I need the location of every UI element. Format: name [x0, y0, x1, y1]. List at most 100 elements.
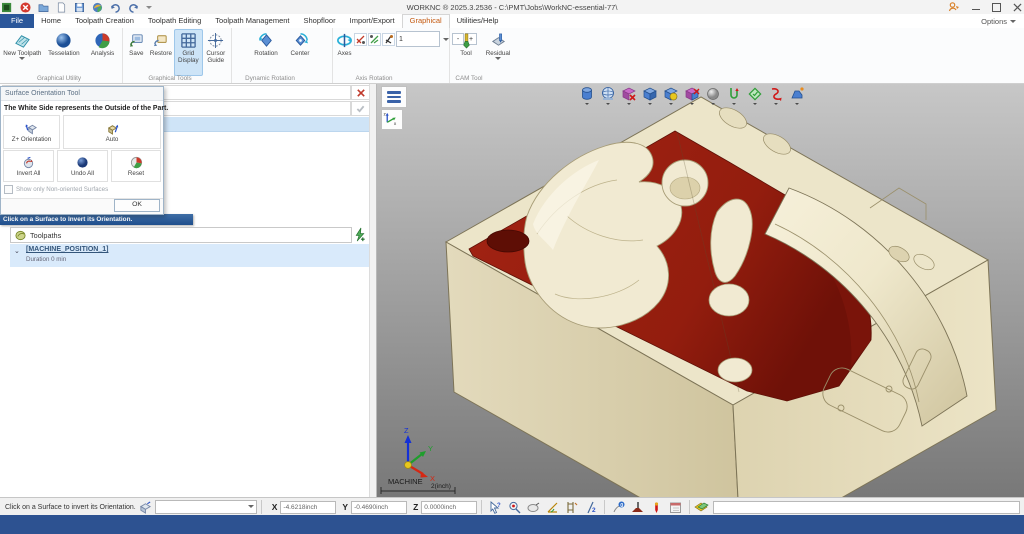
save-view-button[interactable]: Save — [125, 29, 148, 76]
user-session-icon[interactable] — [948, 1, 960, 13]
axis-z-label: Z — [404, 426, 409, 435]
dropdown-caret-icon — [669, 103, 673, 105]
undo-all-button[interactable]: Undo All — [57, 150, 108, 182]
redo-icon[interactable] — [128, 2, 139, 13]
tool-button[interactable]: Tool — [452, 29, 480, 76]
viewport-menu-button[interactable] — [381, 86, 407, 108]
grid-display-button[interactable]: Grid Display — [174, 29, 202, 76]
apply-button[interactable] — [351, 101, 370, 116]
tab-import-export[interactable]: Import/Export — [343, 14, 402, 28]
layers-map-icon[interactable] — [694, 500, 709, 514]
point-info-icon[interactable]: 0 — [612, 501, 625, 514]
tab-shopfloor[interactable]: Shopfloor — [297, 14, 343, 28]
cursor-guide-button[interactable]: Cursor Guide — [203, 29, 229, 76]
surface-combo[interactable] — [155, 500, 257, 514]
title-bar: WORKNC ® 2025.3.2536 - C:\PMT\Jobs\WorkN… — [0, 0, 1024, 15]
tab-toolpath-editing[interactable]: Toolpath Editing — [141, 14, 208, 28]
invert-all-button[interactable]: Invert All — [3, 150, 54, 182]
cursor-guide-icon — [207, 32, 224, 49]
analysis-button[interactable]: Analysis — [85, 29, 120, 76]
reset-button[interactable]: Reset — [111, 150, 161, 182]
qat-more-icon[interactable] — [146, 6, 152, 9]
mesh-delete-button[interactable] — [684, 86, 700, 105]
center-button[interactable]: Center — [284, 29, 316, 76]
rotation-icon — [258, 32, 275, 49]
z-coordinate-field[interactable] — [421, 501, 477, 514]
axis-rotate-y-icon[interactable] — [368, 33, 381, 46]
open-folder-icon[interactable] — [38, 2, 49, 13]
rotation-button[interactable]: Rotation — [248, 29, 284, 76]
surface-check-button[interactable] — [747, 86, 763, 105]
tab-file[interactable]: File — [0, 14, 34, 28]
y-coordinate-field[interactable] — [351, 501, 407, 514]
restore-view-button[interactable]: Restore — [148, 29, 174, 76]
axis-rotate-z-icon[interactable] — [382, 33, 395, 46]
residual-button[interactable]: Residual — [480, 29, 516, 76]
render-view-icon[interactable] — [92, 2, 103, 13]
toolpaths-header[interactable]: Toolpaths — [10, 227, 352, 243]
svg-text:?: ? — [497, 503, 501, 509]
stock-box-icon — [642, 86, 658, 102]
pick-cursor-icon[interactable]: ? — [489, 501, 502, 514]
tab-toolpath-management[interactable]: Toolpath Management — [208, 14, 296, 28]
save-icon[interactable] — [74, 2, 85, 13]
viewport[interactable]: Z Y X MACHINE 2(inch) zx — [377, 84, 1024, 497]
sphere-display-button[interactable] — [705, 86, 721, 105]
tesselation-button[interactable]: Tesselation — [43, 29, 86, 76]
measure-angle-icon[interactable] — [546, 501, 559, 514]
calendar-icon[interactable] — [669, 501, 682, 514]
minimize-button[interactable] — [972, 9, 980, 11]
model-canvas[interactable]: Z Y X MACHINE 2(inch) — [377, 84, 1024, 497]
ok-button[interactable]: OK — [114, 199, 160, 212]
rotate-view-icon — [768, 86, 784, 102]
tool-contact-icon[interactable] — [631, 501, 644, 514]
close-panel-button[interactable] — [351, 85, 370, 100]
axis-rotate-x-icon[interactable] — [354, 33, 367, 46]
axes-button[interactable]: Axes — [335, 29, 354, 76]
options-caret-icon — [1010, 20, 1016, 23]
stock-delete-button[interactable] — [621, 86, 637, 105]
stock-sphere-button[interactable] — [600, 86, 616, 105]
tool-axis-icon[interactable] — [650, 501, 663, 514]
non-oriented-checkbox[interactable]: Show only Non-oriented Surfaces — [4, 185, 163, 194]
machine-position-item[interactable]: ⌄ [MACHINE_POSITION_1] Duration 0 min — [10, 244, 369, 267]
stock-box-button[interactable] — [642, 86, 658, 105]
tab-graphical[interactable]: Graphical — [402, 14, 450, 28]
scale-label: 2(inch) — [431, 483, 451, 490]
half-scale-icon[interactable]: 2 — [584, 501, 597, 514]
stock-update-button[interactable] — [663, 86, 679, 105]
options-button[interactable]: Options — [973, 14, 1024, 28]
x-coordinate-field[interactable] — [280, 501, 336, 514]
maximize-button[interactable] — [992, 3, 1001, 12]
new-toolpath-button[interactable]: New Toolpath — [2, 29, 43, 76]
app-logo-icon[interactable] — [2, 2, 13, 13]
command-input[interactable] — [713, 501, 1020, 514]
z-orientation-button[interactable]: Z+ Orientation — [3, 115, 60, 149]
axis-step-input[interactable] — [396, 31, 440, 47]
new-toolpath-caret-icon — [19, 57, 25, 60]
panel-scrollbar[interactable] — [369, 84, 376, 497]
apply-check-icon — [356, 104, 365, 113]
new-toolpath-list-icon[interactable] — [352, 227, 368, 242]
auto-orient-button[interactable]: Auto — [63, 115, 161, 149]
rotate-view-button[interactable] — [768, 86, 784, 105]
tab-home[interactable]: Home — [34, 14, 68, 28]
axis-step-caret-icon[interactable] — [443, 38, 449, 41]
toolpath-flow-button[interactable] — [726, 86, 742, 105]
part-display-button[interactable] — [789, 86, 805, 105]
stock-cylinder-button[interactable] — [579, 86, 595, 105]
exit-icon[interactable] — [20, 2, 31, 13]
dialog-title[interactable]: Surface Orientation Tool — [1, 87, 163, 101]
caliper-icon[interactable] — [565, 501, 578, 514]
new-file-icon[interactable] — [56, 2, 67, 13]
chevron-down-icon[interactable]: ⌄ — [14, 247, 20, 255]
pick-surface-icon[interactable] — [527, 501, 540, 514]
close-button[interactable] — [1013, 3, 1022, 12]
sphere-display-icon — [705, 86, 721, 102]
tab-toolpath-creation[interactable]: Toolpath Creation — [68, 14, 141, 28]
undo-icon[interactable] — [110, 2, 121, 13]
tab-utilities-help[interactable]: Utilities/Help — [450, 14, 506, 28]
viewport-axis-button[interactable]: zx — [381, 109, 403, 130]
orientation-hint-strip: Click on a Surface to Invert its Orienta… — [0, 214, 193, 225]
pick-zoom-icon[interactable] — [508, 501, 521, 514]
